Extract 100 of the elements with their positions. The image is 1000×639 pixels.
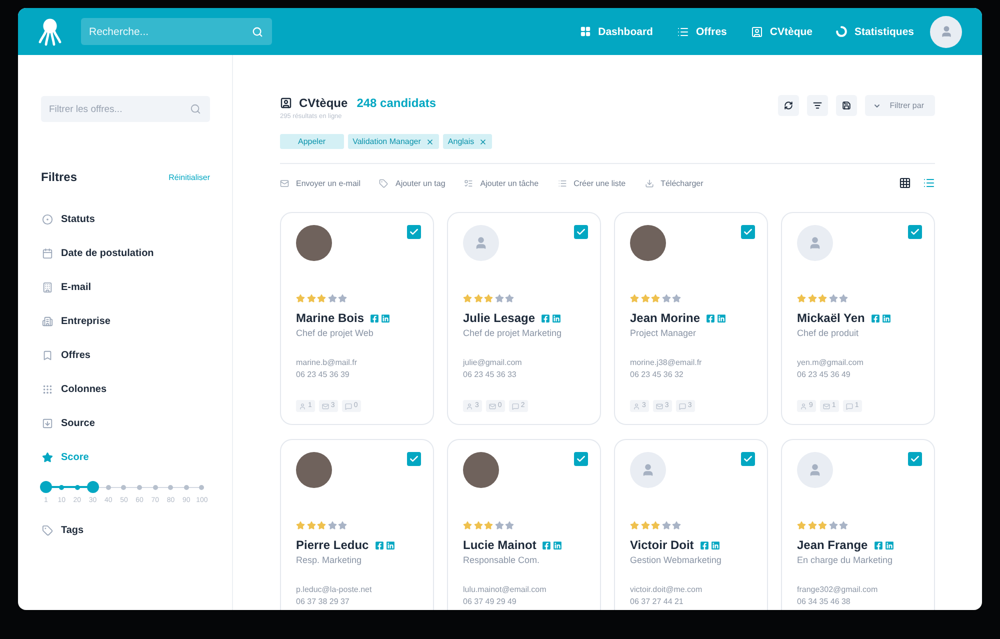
check-icon	[576, 227, 586, 237]
action-button[interactable]: Ajouter un tâche	[464, 178, 539, 188]
download-box-icon	[42, 418, 53, 428]
filter-item[interactable]: Score	[41, 447, 89, 467]
facebook-icon[interactable]	[874, 540, 883, 550]
checkbox[interactable]	[908, 225, 922, 239]
star-icon	[317, 294, 326, 303]
checkbox[interactable]	[574, 452, 588, 466]
candidate-name: Marine Bois	[296, 311, 364, 325]
facebook-icon[interactable]	[374, 540, 384, 550]
checkbox[interactable]	[908, 452, 922, 466]
email-text: frange302@gmail.com	[797, 584, 879, 596]
job-title: Responsable Com.	[463, 554, 541, 566]
star-icon	[662, 294, 670, 303]
email-text: yen.m@gmail.com	[797, 357, 864, 369]
facebook-icon[interactable]	[870, 314, 880, 322]
candidate-name: Jean Frange	[797, 538, 868, 552]
mail-icon	[322, 402, 329, 410]
filter-button[interactable]	[806, 95, 828, 116]
save-button[interactable]	[836, 95, 857, 116]
star-icon	[630, 294, 639, 303]
facebook-icon[interactable]	[706, 314, 716, 322]
filter-search-field[interactable]: Filtrer les offres...	[41, 96, 210, 122]
facebook-icon[interactable]	[542, 540, 552, 550]
facebook-icon[interactable]	[370, 314, 380, 322]
reset-link[interactable]: Réinitialiser	[168, 172, 210, 182]
download-icon	[644, 178, 654, 188]
tick-dot-icon	[199, 484, 204, 490]
star-icon	[463, 294, 472, 303]
close-icon[interactable]	[479, 138, 488, 146]
mail-icon	[656, 402, 663, 410]
slider-handle[interactable]	[40, 481, 52, 493]
star-icon	[808, 521, 816, 530]
nav-link[interactable]: Dashboard	[580, 26, 653, 38]
filter-item[interactable]: E-mail	[41, 277, 92, 297]
star-icon	[651, 294, 660, 303]
filter-item[interactable]: Tags	[41, 520, 84, 540]
candidate-count: 248 candidats	[356, 96, 436, 110]
linkedin-icon[interactable]	[381, 314, 390, 322]
check-icon	[576, 454, 586, 464]
filter-item[interactable]: Statuts	[41, 209, 95, 229]
job-title: Resp. Marketing	[296, 554, 363, 566]
linkedin-icon[interactable]	[884, 540, 894, 550]
action-button[interactable]: Télécharger	[644, 178, 704, 188]
email-text: victoir.doit@me.com	[630, 584, 704, 596]
refresh-button[interactable]	[778, 95, 799, 116]
facebook-icon[interactable]	[541, 314, 550, 322]
checkbox[interactable]	[741, 225, 755, 239]
email-text: lulu.mainot@email.com	[463, 584, 548, 596]
tick-dot-icon	[59, 484, 64, 490]
filter-tag[interactable]: Validation Manager	[348, 134, 439, 149]
tick-dot-icon	[152, 484, 158, 490]
linkedin-icon[interactable]	[552, 314, 562, 322]
action-button[interactable]: Ajouter un tag	[379, 178, 446, 188]
star-icon	[328, 521, 336, 530]
job-title: En charge du Marketing	[797, 554, 894, 566]
nav-link[interactable]: Offres	[676, 26, 727, 38]
star-icon	[672, 294, 681, 303]
filter-tag[interactable]: Anglais	[442, 134, 492, 149]
facebook-icon[interactable]	[700, 540, 709, 550]
octopus-logo-icon	[38, 18, 62, 46]
filter-item[interactable]: Source	[41, 413, 95, 433]
star-icon	[474, 521, 482, 530]
linkedin-icon[interactable]	[386, 540, 395, 550]
user-avatar-icon[interactable]	[930, 16, 962, 48]
linkedin-icon[interactable]	[553, 540, 562, 550]
star-icon	[808, 294, 816, 303]
nav-link[interactable]: Statistiques	[836, 26, 914, 38]
star-icon	[640, 294, 650, 303]
checkbox[interactable]	[407, 225, 421, 239]
email-text: julie@gmail.com	[463, 357, 523, 369]
target-icon	[42, 214, 53, 224]
checkbox[interactable]	[407, 452, 421, 466]
action-button[interactable]: Envoyer un e-mail	[280, 178, 360, 188]
filter-icon	[812, 101, 822, 110]
close-icon[interactable]	[426, 138, 434, 146]
action-button[interactable]: Créer une liste	[558, 178, 626, 188]
calendar-icon	[42, 248, 53, 258]
filter-item[interactable]: Date de postulation	[41, 243, 154, 263]
linkedin-icon[interactable]	[717, 314, 726, 322]
linkedin-icon[interactable]	[882, 314, 891, 322]
slider-handle[interactable]	[86, 481, 99, 493]
filter-item[interactable]: Colonnes	[41, 379, 107, 399]
checkbox[interactable]	[741, 452, 755, 466]
checkbox[interactable]	[574, 225, 588, 239]
star-icon	[505, 294, 514, 303]
filter-by-button[interactable]: Filtrer par	[864, 95, 935, 116]
filter-item[interactable]: Entreprise	[41, 311, 110, 331]
tick-dot-icon	[184, 484, 189, 490]
filter-item[interactable]: Offres	[41, 345, 90, 365]
filter-tag[interactable]: Appeler	[280, 134, 344, 149]
tick-dot-icon	[74, 484, 80, 490]
star-icon	[306, 294, 316, 303]
grid-view-button[interactable]	[899, 177, 911, 189]
mail-icon	[488, 402, 496, 410]
mail-icon	[822, 402, 830, 410]
search-icon[interactable]	[190, 104, 201, 114]
star-icon	[338, 521, 347, 530]
nav-link[interactable]: CVtèque	[750, 26, 812, 38]
linkedin-icon[interactable]	[710, 540, 720, 550]
